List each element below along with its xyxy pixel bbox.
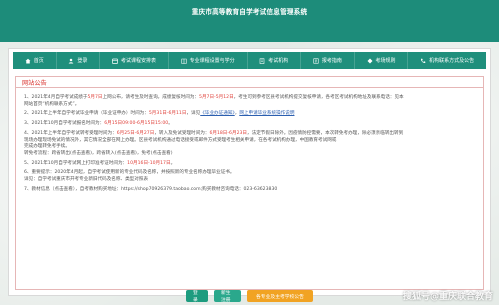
- book-icon: [181, 58, 187, 64]
- notice-text: 1、2021年4月自学考试成绩于: [24, 95, 88, 100]
- notice-text: ，详见: [186, 111, 201, 117]
- nav-item-label: 报考指南: [321, 58, 342, 64]
- register-button[interactable]: 新生注册: [214, 290, 241, 303]
- notice-line: 转免考流程：跨省转出(点击查看)，跨省转入(点击查看)，免考(点击查看): [24, 151, 475, 158]
- home-icon: [25, 58, 31, 64]
- notice-text: 4、2021年上半年自学考试转考受理时间为：: [24, 130, 117, 136]
- calendar-icon: [112, 58, 118, 64]
- notice-line: 3、2021年10月自学考试报名时间为：6月15日09:00-6月15日15:0…: [24, 121, 475, 128]
- watermark: 搜狐号@重庆联合教育: [402, 292, 493, 302]
- login-button[interactable]: 登录: [186, 290, 208, 303]
- notice-text: ，转入及免试受理时间为：: [154, 130, 210, 136]
- notice-text: 2、2021年上半年自学考试毕业申请（毕业证申办）时间为：: [24, 111, 149, 117]
- rule-icon: [367, 58, 373, 64]
- notice-text: ，考生可到参考区县考试机构提交复核申请，各考区考试机构地址及联系电话：见本: [233, 95, 404, 100]
- notice-date: 6月25日-6月27日: [116, 130, 155, 136]
- notice-date: 5月7日-5月12日: [199, 95, 234, 100]
- nav-item-rules[interactable]: 考场规则: [355, 52, 409, 69]
- notice-lines: 1、2021年4月自学考试成绩于5月7日上网公布，请考生及时查询。成绩复核时间为…: [24, 95, 475, 193]
- nav-item-label: 首页: [33, 58, 44, 64]
- notice-date: 6月18日-6月23日: [209, 130, 248, 136]
- phone-icon: [420, 58, 426, 64]
- nav-item-label: 专业课程设置与学分: [189, 58, 235, 64]
- notice-line: 现场办理现场免试的情况外，其它情况全部在网上办理。区县考试机构通过电话接受或邮件…: [24, 138, 475, 145]
- notice-line: 网站首页“机构联系方式”。: [24, 102, 475, 109]
- notice-line: 完成办理转免考手续。: [24, 144, 475, 151]
- nav-item-courses[interactable]: 专业课程设置与学分: [169, 52, 248, 69]
- notice-line: 详见：自学考试重庆市开考专业新旧代码及名称、类型对照表: [24, 177, 475, 184]
- notice-text: 上网公布，请考生及时查询。成绩复核时间为：: [102, 95, 200, 100]
- notice-text: 详见：自学考试重庆市开考专业新旧代码及名称、类型对照表: [24, 176, 149, 182]
- user-icon: [68, 58, 74, 64]
- nav-item-exam-schedule[interactable]: 考试课程安排表: [100, 52, 169, 69]
- notice-text: 7、教材信息（点击查看），自考教材购买地址：https://shop709263…: [24, 186, 278, 192]
- notice-text: 3、2021年10月自学考试报名时间为：: [24, 121, 105, 127]
- nav-item-exam-institution[interactable]: 考试机构: [248, 52, 302, 69]
- notice-header: 网站公告: [16, 77, 483, 88]
- header-bar: 重庆市高等教育自学考试信息管理系统: [0, 0, 499, 42]
- nav-item-label: 登录: [77, 58, 88, 64]
- notice-text: 现场办理现场免试的情况外，其它情况全部在网上办理。区县考试机构通过电话接受或邮件…: [24, 137, 337, 143]
- main-nav: 首页 登录 考试课程安排表 专业课程设置与学分 考试机构 报考指南 考场规则 机…: [13, 52, 486, 69]
- notice-date: 5月7日: [87, 95, 103, 100]
- notice-link[interactable]: 《毕业办证通知》: [200, 111, 234, 116]
- notice-text: 5、2021年10月自学考试网上打印准考证时间为：: [24, 160, 128, 166]
- nav-item-label: 考试课程安排表: [121, 58, 157, 64]
- notice-text: 。: [170, 160, 176, 166]
- compass-icon: [313, 57, 319, 64]
- main-panel: 首页 登录 考试课程安排表 专业课程设置与学分 考试机构 报考指南 考场规则 机…: [8, 48, 491, 303]
- nav-item-label: 机构联系方式及公告: [429, 58, 475, 64]
- school-notice-button[interactable]: 各专业及主考学校公告: [247, 290, 313, 302]
- notice-line: 7、教材信息（点击查看），自考教材购买地址：https://shop709263…: [24, 187, 475, 194]
- nav-item-label: 考场规则: [375, 58, 396, 64]
- notice-panel: 网站公告 1、2021年4月自学考试成绩于5月7日上网公布，请考生及时查询。成绩…: [15, 76, 484, 290]
- nav-item-login[interactable]: 登录: [57, 52, 101, 69]
- building-icon: [259, 57, 265, 64]
- notice-text: 6、重要提示：2020年4月起，自学考试使用新的专业代码及名称，并按照新的专业名…: [24, 170, 235, 176]
- notice-link[interactable]: 网上申请毕业系统操作说明: [239, 111, 294, 116]
- nav-item-home[interactable]: 首页: [13, 52, 57, 69]
- notice-text: 完成办理转免考手续。: [24, 144, 70, 150]
- nav-item-contacts[interactable]: 机构联系方式及公告: [408, 52, 486, 69]
- notice-line: 6、重要提示：2020年4月起，自学考试使用新的专业代码及名称，并按照新的专业名…: [24, 170, 475, 177]
- notice-date: 6月15日09:00-6月15日15:00: [104, 121, 169, 127]
- nav-item-label: 考试机构: [268, 58, 289, 64]
- notice-text: 转免考流程：跨省转出(点击查看)，跨省转入(点击查看)，免考(点击查看): [24, 150, 173, 156]
- notice-date: 5月31日-6月11日: [148, 111, 187, 117]
- notice-text: 。: [168, 121, 173, 127]
- site-title: 重庆市高等教育自学考试信息管理系统: [191, 8, 308, 16]
- notice-line: 4、2021年上半年自学考试转考受理时间为：6月25日-6月27日，转入及免试受…: [24, 131, 475, 138]
- nav-item-guide[interactable]: 报考指南: [301, 52, 355, 69]
- notice-line: 2、2021年上半年自学考试毕业申请（毕业证申办）时间为：5月31日-6月11日…: [24, 111, 475, 118]
- notice-text: ，法定节假日除外。因疫情防控需要，本次转免考办理，除必须亲临转出转到: [247, 130, 404, 136]
- notice-date: 10月16日-10月17日: [127, 160, 171, 166]
- notice-title: 网站公告: [22, 79, 47, 87]
- notice-line: 1、2021年4月自学考试成绩于5月7日上网公布，请考生及时查询。成绩复核时间为…: [24, 95, 475, 102]
- notice-text: 网站首页“机构联系方式”。: [24, 101, 80, 107]
- notice-line: 5、2021年10月自学考试网上打印准考证时间为：10月16日-10月17日。: [24, 161, 475, 168]
